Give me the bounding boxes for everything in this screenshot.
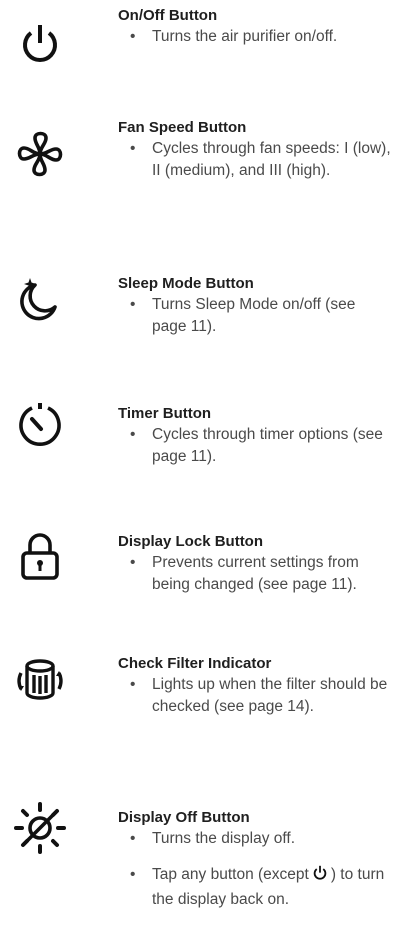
- filter-cylinder-icon: [8, 648, 72, 712]
- item-bullet: Turns the display off.: [118, 828, 394, 850]
- item-title: Sleep Mode Button: [118, 275, 254, 292]
- fan-icon: [8, 122, 72, 186]
- display-off-icon: [8, 796, 72, 860]
- item-bullet: Turns Sleep Mode on/off (see page 11).: [118, 294, 394, 338]
- item-title: Display Lock Button: [118, 533, 264, 550]
- padlock-icon: [8, 524, 72, 588]
- item-title: Display Off Button: [118, 809, 250, 826]
- item-bullet: Tap any button (except) to turn the disp…: [118, 864, 394, 911]
- timer-icon: [8, 392, 72, 456]
- moon-star-icon: [8, 266, 72, 330]
- item-title: Check Filter Indicator: [118, 655, 272, 672]
- item-bullet: Lights up when the filter should be chec…: [118, 674, 394, 718]
- item-title: On/Off Button: [118, 7, 218, 24]
- power-icon: [311, 864, 329, 889]
- bullet-text-before: Tap any button (except: [152, 866, 309, 883]
- item-bullet: Prevents current settings from being cha…: [118, 552, 394, 596]
- item-bullet: Turns the air purifier on/off.: [118, 26, 394, 48]
- power-icon: [8, 12, 72, 76]
- item-title: Timer Button: [118, 405, 212, 422]
- item-bullet: Cycles through fan speeds: I (low), II (…: [118, 138, 394, 182]
- item-bullet: Cycles through timer options (see page 1…: [118, 424, 394, 468]
- item-title: Fan Speed Button: [118, 119, 247, 136]
